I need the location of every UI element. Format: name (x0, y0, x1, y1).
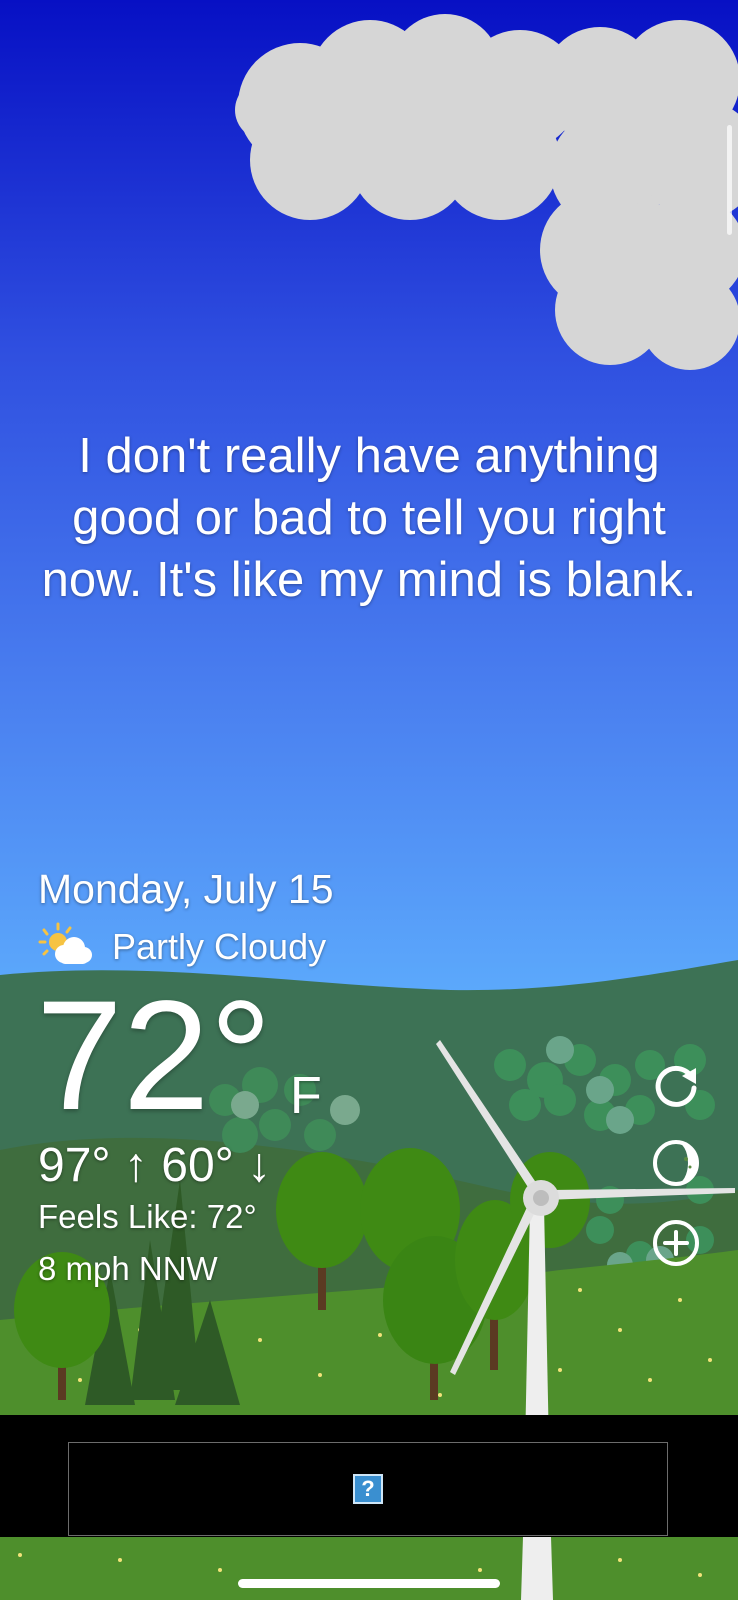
refresh-button[interactable] (648, 1058, 704, 1114)
moon-phase-button[interactable] (648, 1135, 704, 1191)
cloud-icon (235, 14, 738, 370)
add-location-icon (653, 1220, 699, 1266)
moon-phase-icon (653, 1140, 699, 1186)
current-temperature[interactable]: 72° (36, 976, 272, 1136)
current-date: Monday, July 15 (38, 866, 334, 912)
turbine-base (521, 1537, 553, 1600)
temperature-unit[interactable]: F (290, 1066, 322, 1126)
assistant-message: I don't really have anything good or bad… (41, 429, 697, 607)
wind-speed: 8 mph NNW (38, 1250, 218, 1287)
refresh-icon (655, 1065, 697, 1107)
partly-cloudy-icon (38, 922, 92, 964)
condition-label: Partly Cloudy (112, 926, 327, 967)
home-indicator[interactable] (238, 1579, 500, 1588)
scroll-indicator[interactable] (727, 125, 732, 235)
broken-image-icon[interactable]: ? (353, 1474, 383, 1504)
add-location-button[interactable] (648, 1215, 704, 1271)
high-low-temperature: 97° ↑ 60° ↓ (38, 1139, 272, 1192)
feels-like: Feels Like: 72° (38, 1198, 257, 1235)
landscape-scene (0, 14, 738, 1600)
